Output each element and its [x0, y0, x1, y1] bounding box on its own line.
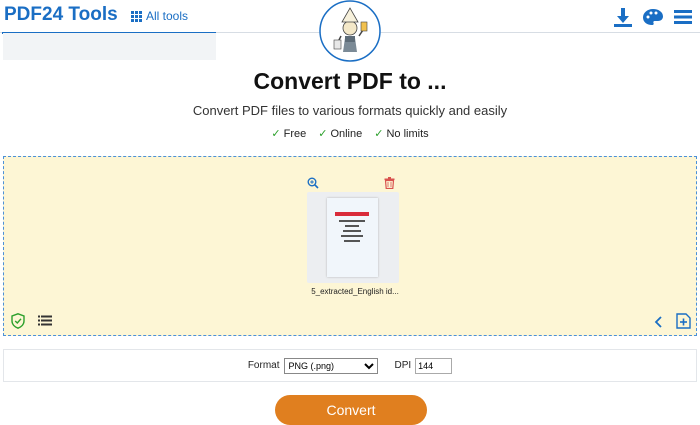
- dpi-input[interactable]: [415, 357, 453, 374]
- list-icon[interactable]: [38, 315, 52, 326]
- shield-icon[interactable]: [11, 313, 25, 329]
- blurred-notice: [3, 33, 216, 60]
- check-icon: ✓: [318, 128, 328, 140]
- all-tools-link[interactable]: All tools: [131, 9, 188, 23]
- trash-icon[interactable]: [384, 177, 395, 189]
- chevron-left-icon[interactable]: [654, 316, 663, 328]
- format-label: Format: [247, 360, 280, 371]
- dpi-label: DPI: [394, 360, 412, 371]
- convert-button[interactable]: Convert: [275, 395, 427, 425]
- brand-logo[interactable]: PDF24 Tools: [4, 4, 118, 26]
- check-icon: ✓: [374, 128, 384, 140]
- file-dropzone[interactable]: 5_extracted_English id...: [3, 156, 697, 336]
- feature-free: ✓ Free: [271, 128, 307, 140]
- page-subtitle: Convert PDF files to various formats qui…: [192, 103, 508, 118]
- zoom-icon[interactable]: [307, 177, 319, 189]
- add-file-icon[interactable]: [676, 313, 691, 329]
- format-select[interactable]: PNG (.png): [283, 357, 378, 374]
- feature-list: ✓ Free ✓ Online ✓ No limits: [0, 127, 700, 140]
- check-icon: ✓: [271, 128, 281, 140]
- all-tools-label: All tools: [146, 9, 189, 23]
- download-icon[interactable]: [612, 6, 634, 28]
- grid-icon: [131, 10, 142, 22]
- conversion-options: Format PNG (.png) DPI: [3, 349, 697, 382]
- file-card[interactable]: [307, 192, 399, 283]
- palette-icon[interactable]: [642, 6, 664, 28]
- menu-icon[interactable]: [672, 6, 694, 28]
- mascot-logo: [319, 0, 381, 62]
- page-title: Convert PDF to ...: [253, 68, 447, 94]
- feature-online: ✓ Online: [318, 128, 363, 140]
- header-actions: [612, 6, 694, 28]
- file-thumbnail: [327, 198, 378, 277]
- file-name: 5_extracted_English id...: [311, 287, 399, 296]
- feature-no-limits: ✓ No limits: [374, 128, 429, 140]
